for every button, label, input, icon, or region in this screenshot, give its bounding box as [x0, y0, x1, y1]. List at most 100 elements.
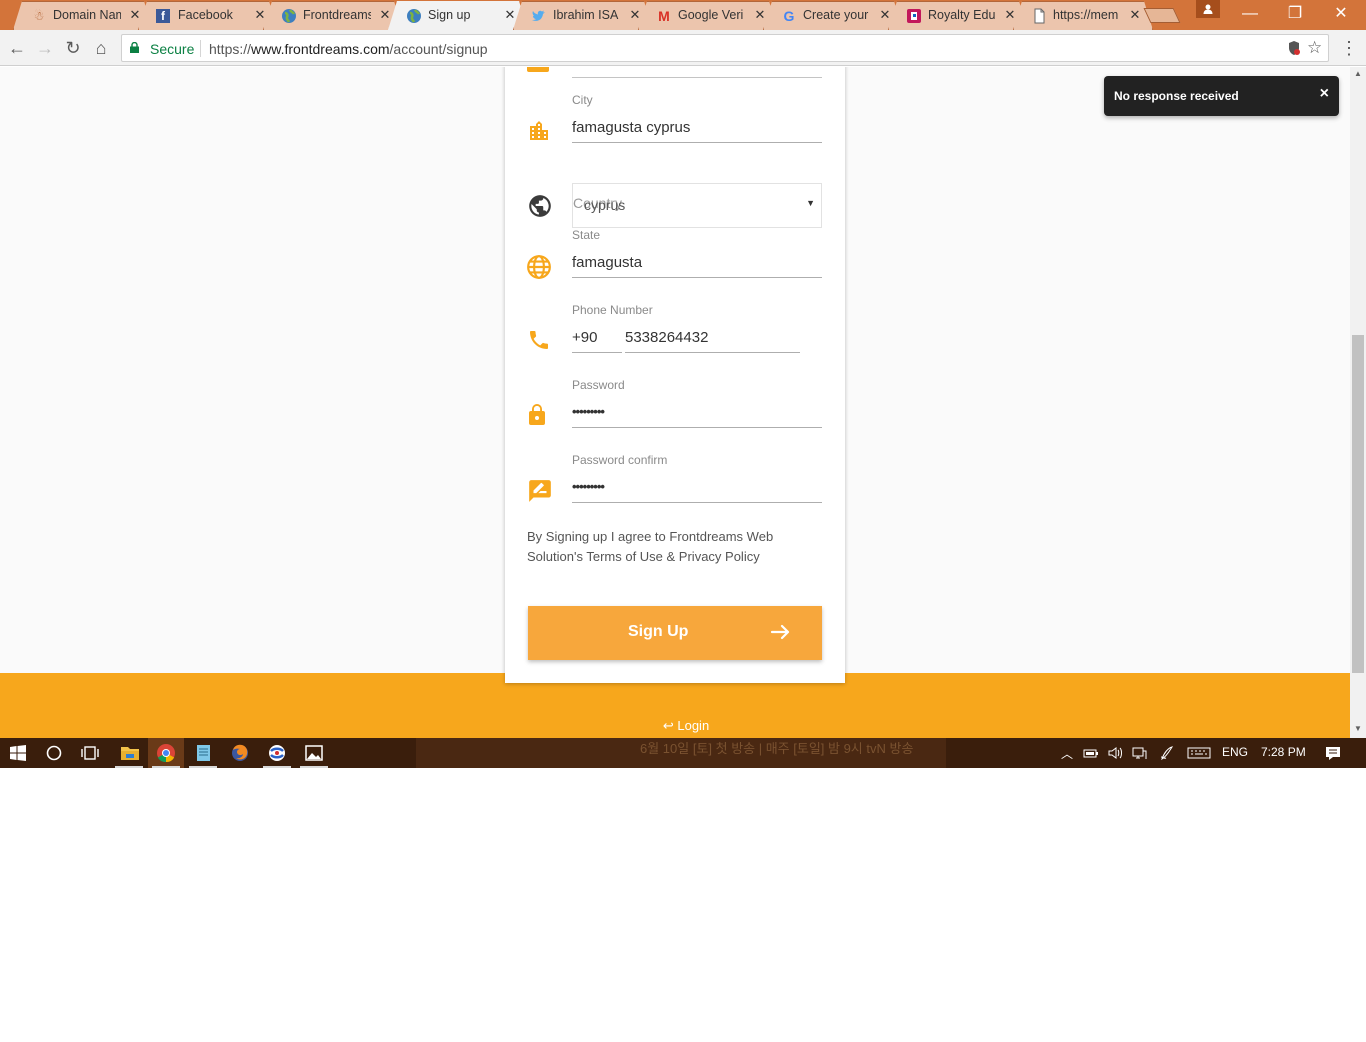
browser-tab[interactable]: Ibrahim ISA ✕ — [513, 1, 653, 30]
password-field[interactable]: Password ••••••••• — [572, 378, 822, 428]
chrome-menu-icon[interactable]: ⋮ — [1340, 36, 1358, 60]
notepad-running-indicator — [189, 766, 217, 768]
page-scrollbar[interactable]: ▲ ▼ — [1350, 67, 1366, 738]
password-confirm-label: Password confirm — [572, 453, 668, 467]
tab-title: Frontdreams — [303, 8, 371, 22]
sign-up-label: Sign Up — [628, 623, 689, 640]
password-input[interactable]: ••••••••• — [572, 404, 822, 424]
network-icon[interactable] — [1131, 745, 1147, 761]
photos-icon[interactable] — [303, 742, 325, 764]
password-confirm-input[interactable]: ••••••••• — [572, 479, 822, 499]
url-text: https://www.frontdreams.com/account/sign… — [209, 41, 488, 57]
windows-start-icon[interactable] — [10, 745, 26, 761]
explorer-running-indicator — [115, 766, 143, 768]
globe-icon — [406, 8, 422, 24]
omnibox-separator — [200, 40, 201, 57]
task-view-icon[interactable] — [80, 745, 100, 761]
toast-close-icon[interactable]: × — [1320, 85, 1329, 103]
browser-tab[interactable]: Frontdreams ✕ — [263, 1, 403, 30]
phone-code-value: +90 — [572, 329, 598, 346]
scrollbar-thumb[interactable] — [1352, 335, 1364, 673]
clock[interactable]: 7:28 PM — [1261, 745, 1306, 759]
facebook-icon: f — [156, 9, 170, 23]
password-confirm-field[interactable]: Password confirm ••••••••• — [572, 453, 822, 503]
windows-taskbar: 6월 10일 [토] 첫 방송 | 매주 [토일] 밤 9시 tvN 방송 ︿ — [0, 738, 1366, 768]
twitter-icon — [531, 8, 547, 24]
home-icon[interactable]: ⌂ — [89, 36, 113, 60]
signup-card: City famagusta cyprus Country cyprus ▼ S… — [505, 67, 845, 683]
browser-tab[interactable]: f Facebook ✕ — [138, 1, 278, 30]
state-field[interactable]: State famagusta — [572, 228, 822, 278]
scroll-down-icon[interactable]: ▼ — [1350, 722, 1366, 736]
scroll-up-icon[interactable]: ▲ — [1350, 67, 1366, 81]
phone-code-input[interactable]: +90 — [572, 329, 622, 353]
reload-icon[interactable]: ↻ — [61, 36, 85, 60]
state-input[interactable]: famagusta — [572, 254, 822, 274]
phone-code-underline — [572, 352, 622, 353]
file-explorer-icon[interactable] — [119, 742, 141, 764]
new-tab-button[interactable] — [1143, 8, 1181, 23]
login-label: Login — [677, 718, 710, 733]
notifications-icon[interactable] — [1325, 745, 1341, 761]
city-icon — [530, 121, 548, 140]
sign-up-button[interactable]: Sign Up — [528, 606, 822, 660]
app-icon[interactable] — [266, 742, 288, 764]
globe-icon — [281, 8, 297, 24]
country-value: cyprus — [584, 197, 626, 213]
app-running-indicator — [263, 766, 291, 768]
tab-title: Ibrahim ISA — [553, 8, 619, 22]
login-link[interactable]: ↩ Login — [0, 718, 1350, 734]
reply-icon: ↩ — [662, 718, 674, 733]
browser-tab[interactable]: G Create your ✕ — [763, 1, 903, 30]
dropdown-arrow-icon[interactable]: ▼ — [806, 198, 815, 208]
browser-tab-active[interactable]: Sign up ✕ — [388, 1, 528, 30]
close-window-icon[interactable]: ✕ — [1318, 0, 1364, 28]
city-input[interactable]: famagusta cyprus — [572, 119, 822, 139]
tab-close-icon[interactable]: ✕ — [1127, 7, 1143, 23]
phone-number-underline — [625, 352, 800, 353]
minimize-icon[interactable]: — — [1227, 0, 1273, 28]
show-hidden-icons[interactable]: ︿ — [1061, 745, 1073, 762]
profile-icon[interactable] — [1196, 0, 1220, 18]
pen-icon[interactable] — [1159, 745, 1175, 761]
cortana-search-icon[interactable] — [46, 745, 62, 761]
royalty-icon — [906, 8, 922, 24]
tab-title: Sign up — [428, 8, 471, 22]
volume-icon[interactable] — [1107, 745, 1123, 761]
battery-icon[interactable] — [1083, 745, 1099, 761]
country-select[interactable]: Country cyprus ▼ — [572, 183, 822, 228]
browser-toolbar: ← → ↻ ⌂ Secure https://www.frontdreams.c… — [0, 30, 1366, 66]
browser-tab[interactable]: ☃ Domain Nam ✕ — [13, 1, 153, 30]
rate-review-icon — [529, 480, 551, 502]
chrome-icon[interactable] — [155, 742, 177, 764]
address-bar[interactable]: Secure https://www.frontdreams.com/accou… — [121, 34, 1329, 62]
notepad-icon[interactable] — [192, 742, 214, 764]
terms-text: By Signing up I agree to Frontdreams Web… — [527, 529, 774, 564]
browser-tab[interactable]: Royalty Edu ✕ — [888, 1, 1028, 30]
back-icon[interactable]: ← — [5, 36, 29, 60]
toast-message: No response received — [1114, 89, 1239, 103]
address-icon — [527, 67, 549, 72]
password-confirm-underline — [572, 502, 822, 503]
address-field-underline — [572, 77, 822, 78]
phone-icon — [530, 331, 548, 349]
bookmark-star-icon[interactable]: ☆ — [1307, 38, 1322, 58]
shield-icon[interactable] — [1287, 40, 1301, 56]
browser-tabstrip: ☃ Domain Nam ✕ f Facebook ✕ Frontdreams … — [0, 0, 1366, 30]
restore-icon[interactable]: ❐ — [1272, 0, 1318, 28]
forward-icon[interactable]: → — [33, 36, 57, 60]
city-field[interactable]: City famagusta cyprus — [572, 93, 822, 143]
state-underline — [572, 277, 822, 278]
lock-icon — [130, 42, 139, 53]
language-indicator[interactable]: ENG — [1222, 745, 1248, 759]
phone-number-input[interactable]: 5338264432 — [625, 329, 800, 353]
browser-tab[interactable]: M Google Veri ✕ — [638, 1, 778, 30]
browser-tab[interactable]: https://mem ✕ — [1013, 1, 1153, 30]
firefox-icon[interactable] — [229, 742, 251, 764]
tab-title: Create your — [803, 8, 869, 22]
secure-label: Secure — [150, 41, 195, 57]
chrome-running-indicator — [152, 766, 180, 768]
page-viewport: ↩ Login City famagusta cyprus Country cy… — [0, 67, 1350, 738]
google-icon: G — [783, 8, 795, 24]
keyboard-icon[interactable] — [1187, 745, 1211, 761]
